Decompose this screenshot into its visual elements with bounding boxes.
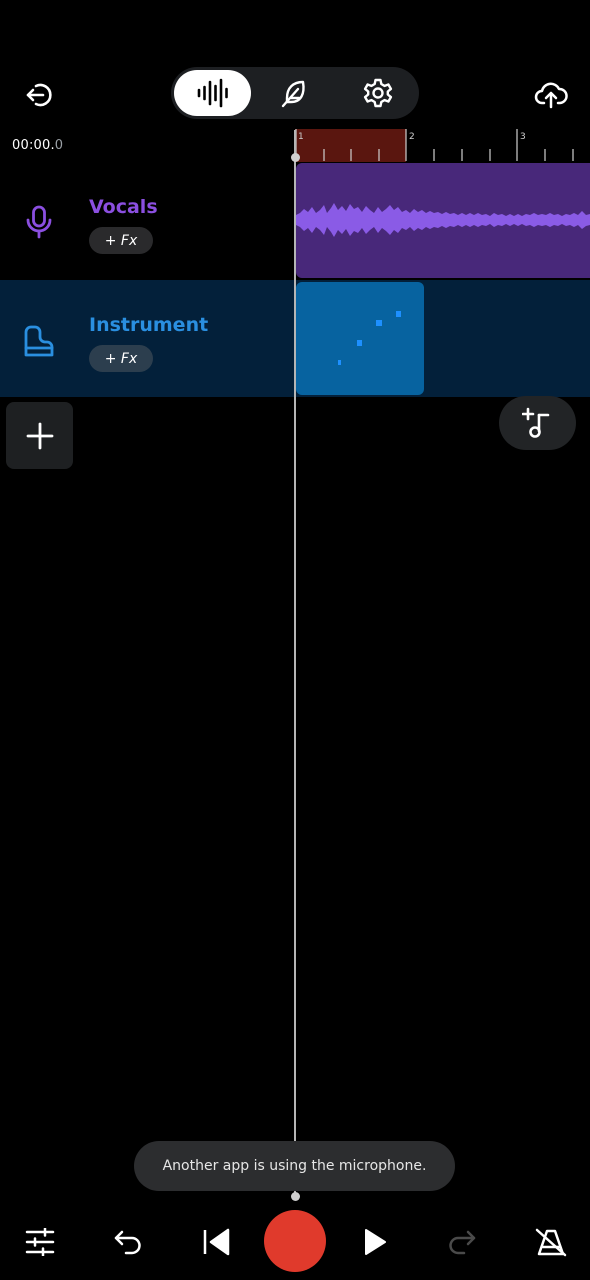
exit-arrow-icon: [25, 80, 55, 110]
midi-note: [396, 311, 401, 317]
fx-button-instrument[interactable]: + Fx: [89, 345, 153, 372]
play-button[interactable]: [355, 1222, 395, 1262]
mixer-sliders-icon: [25, 1228, 55, 1256]
plus-icon: [26, 422, 54, 450]
clip-instrument[interactable]: [296, 282, 424, 395]
piano-icon: [22, 324, 56, 358]
ruler-label-1: 1: [298, 132, 304, 142]
settings-gear-icon: [362, 77, 394, 109]
tab-settings[interactable]: [339, 70, 416, 116]
playhead-bottom-handle[interactable]: [290, 1192, 300, 1201]
record-button[interactable]: [264, 1210, 326, 1272]
ruler-graphic: [295, 129, 574, 162]
track-header-instrument[interactable]: Instrument + Fx: [0, 280, 295, 397]
undo-button[interactable]: [108, 1222, 148, 1262]
midi-note: [376, 320, 382, 326]
playhead[interactable]: [294, 130, 296, 1197]
metronome-button[interactable]: [530, 1222, 572, 1262]
add-music-note-icon: [521, 407, 554, 439]
track-name-vocals: Vocals: [89, 196, 158, 218]
add-track-button[interactable]: [6, 402, 73, 469]
add-music-button[interactable]: [499, 396, 576, 450]
play-icon: [362, 1228, 388, 1256]
metronome-off-icon: [535, 1227, 567, 1257]
time-fraction: 0: [54, 138, 64, 153]
skip-to-start-button[interactable]: [196, 1222, 236, 1262]
microphone-icon: [25, 205, 53, 239]
track-header-vocals[interactable]: Vocals + Fx: [0, 163, 295, 278]
tab-effects[interactable]: [255, 70, 332, 116]
timeline-ruler[interactable]: 1 2 3: [295, 129, 590, 163]
toast-message: Another app is using the microphone.: [134, 1141, 455, 1191]
skip-to-start-icon: [201, 1228, 231, 1256]
redo-button[interactable]: [442, 1222, 482, 1262]
midi-note: [357, 340, 362, 346]
midi-notes: [338, 311, 401, 365]
waveform-icon: [196, 78, 230, 108]
tab-tracks[interactable]: [174, 70, 251, 116]
ruler-label-3: 3: [520, 132, 526, 142]
ruler-label-2: 2: [409, 132, 415, 142]
undo-icon: [113, 1228, 143, 1256]
exit-button[interactable]: [20, 75, 60, 115]
cloud-upload-icon: [534, 79, 568, 109]
redo-icon: [447, 1228, 477, 1256]
playhead-top-handle[interactable]: [290, 153, 300, 162]
midi-note: [338, 360, 341, 365]
track-name-instrument: Instrument: [89, 314, 209, 336]
clip-vocals[interactable]: [296, 163, 590, 278]
feather-icon: [279, 78, 309, 108]
fx-button-vocals[interactable]: + Fx: [89, 227, 153, 254]
mixer-button[interactable]: [20, 1222, 60, 1262]
cloud-upload-button[interactable]: [530, 74, 572, 114]
time-main: 00:00.: [12, 138, 55, 153]
time-readout: 00:00.0: [12, 138, 63, 153]
vocals-waveform: [296, 203, 590, 237]
